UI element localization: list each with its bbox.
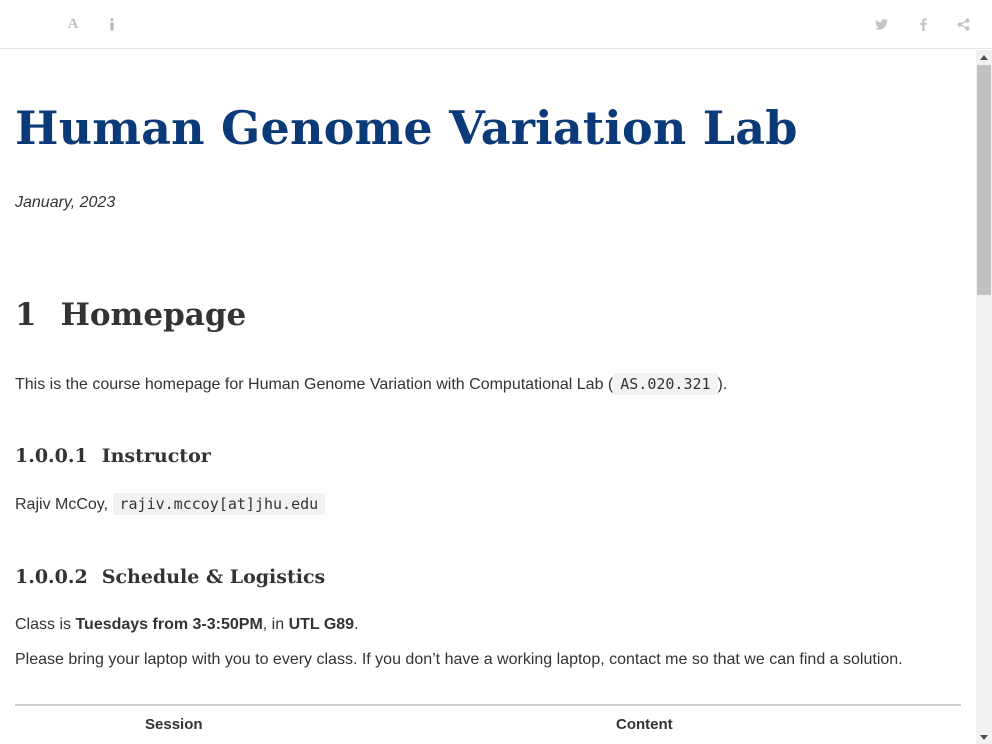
share-button[interactable] — [952, 13, 974, 35]
section-title: Instructor — [101, 445, 211, 467]
page-title: Human Genome Variation Lab — [15, 101, 798, 155]
scroll-up-arrow[interactable] — [976, 50, 992, 64]
course-code: AS.020.321 — [613, 373, 718, 395]
class-time: Tuesdays from 3-3:50PM — [75, 616, 263, 633]
class-time-paragraph: Class is Tuesdays from 3-3:50PM, in UTL … — [15, 613, 359, 637]
scroll-down-arrow[interactable] — [976, 730, 992, 744]
top-toolbar: A — [0, 0, 992, 49]
section-title: Schedule & Logistics — [101, 566, 326, 588]
instructor-name: Rajiv McCoy, — [15, 496, 109, 513]
section-heading-homepage: 1 Homepage — [15, 293, 246, 337]
laptop-note: Please bring your laptop with you to eve… — [15, 651, 903, 668]
info-icon — [109, 17, 115, 31]
table-header-session: Session — [145, 716, 203, 733]
section-title: Homepage — [60, 297, 247, 333]
table-header-content: Content — [616, 716, 673, 733]
intro-paragraph: This is the course homepage for Human Ge… — [15, 372, 727, 397]
page-date: January, 2023 — [15, 194, 116, 211]
section-number: 1 — [15, 297, 37, 333]
class-room: UTL G89 — [288, 616, 355, 633]
info-button[interactable] — [101, 13, 123, 35]
facebook-icon — [919, 17, 927, 31]
facebook-share-button[interactable] — [912, 13, 934, 35]
class-mid: , in — [262, 616, 289, 633]
vertical-scrollbar[interactable] — [976, 50, 992, 744]
table-header-row: Session Content — [15, 706, 961, 744]
scroll-up-icon — [980, 54, 988, 60]
intro-text: This is the course homepage for Human Ge… — [15, 376, 614, 393]
intro-text-end: ). — [717, 376, 728, 393]
twitter-share-button[interactable] — [870, 13, 892, 35]
class-end: . — [354, 616, 359, 633]
twitter-icon — [874, 18, 888, 30]
class-prefix: Class is — [15, 616, 76, 633]
main-content: Human Genome Variation Lab January, 2023… — [0, 50, 976, 744]
section-number: 1.0.0.1 — [15, 445, 88, 467]
section-heading-schedule: 1.0.0.2 Schedule & Logistics — [15, 564, 325, 590]
section-heading-instructor: 1.0.0.1 Instructor — [15, 443, 211, 469]
font-settings-icon: A — [67, 15, 79, 32]
scroll-down-icon — [980, 734, 988, 740]
scrollbar-thumb[interactable] — [977, 65, 991, 295]
instructor-paragraph: Rajiv McCoy, rajiv.mccoy[at]jhu.edu — [15, 492, 326, 517]
share-icon — [956, 17, 970, 31]
font-settings-button[interactable]: A — [62, 13, 84, 35]
instructor-email: rajiv.mccoy[at]jhu.edu — [112, 493, 326, 515]
schedule-table: Session Content — [15, 704, 961, 744]
section-number: 1.0.0.2 — [15, 566, 88, 588]
